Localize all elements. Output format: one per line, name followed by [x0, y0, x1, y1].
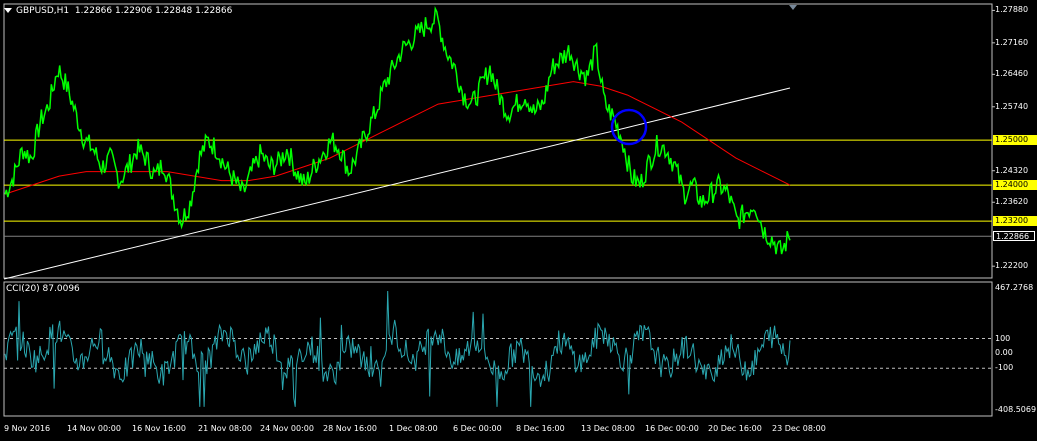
cci-min-label: -408.5069 — [995, 405, 1037, 414]
price-axis-label: 1.27160 — [995, 37, 1029, 47]
cci-level-label: 0.00 — [995, 348, 1013, 358]
time-axis-label: 1 Dec 08:00 — [389, 424, 438, 433]
time-axis-label: 23 Dec 08:00 — [772, 424, 826, 433]
time-axis-label: 13 Dec 08:00 — [581, 424, 635, 433]
shift-marker-icon[interactable] — [789, 5, 797, 10]
cci-header: CCI(20) 87.0096 — [6, 284, 80, 294]
chart-header: GBPUSD,H1 1.22866 1.22906 1.22848 1.2286… — [4, 6, 232, 17]
price-axis-label: 1.24320 — [995, 165, 1029, 175]
price-line — [4, 6, 791, 255]
price-axis-label: 1.25740 — [995, 101, 1029, 111]
price-axis-label: 1.26460 — [995, 69, 1029, 79]
time-axis-label: 16 Nov 16:00 — [132, 424, 186, 433]
time-axis-label: 8 Dec 16:00 — [516, 424, 565, 433]
cci-level-label: 100 — [995, 333, 1011, 343]
horizontal-level-label: 1.25000 — [993, 135, 1037, 146]
time-axis-label: 20 Dec 16:00 — [708, 424, 762, 433]
time-axis-label: 16 Dec 00:00 — [645, 424, 699, 433]
time-axis-label: 9 Nov 2016 — [4, 424, 51, 433]
time-axis-label: 28 Nov 16:00 — [323, 424, 377, 433]
quote-label: 1.22866 1.22906 1.22848 1.22866 — [74, 6, 233, 16]
horizontal-level-label: 1.23200 — [993, 216, 1037, 227]
cci-max-label: 467.2768 — [995, 283, 1034, 292]
horizontal-level-label: 1.24000 — [993, 180, 1037, 191]
time-axis-label: 6 Dec 00:00 — [453, 424, 502, 433]
indicator-panel-frame — [3, 281, 993, 417]
price-axis-label: 1.27880 — [995, 5, 1029, 15]
price-axis-label: 1.23620 — [995, 197, 1029, 207]
price-panel-frame — [3, 3, 993, 279]
symbol-label: GBPUSD,H1 — [16, 6, 70, 16]
cci-level-label: -100 — [995, 363, 1014, 373]
moving-average-line — [4, 81, 791, 195]
time-axis-label: 24 Nov 00:00 — [260, 424, 314, 433]
current-price-label: 1.22866 — [993, 231, 1035, 242]
cci-line — [4, 290, 791, 407]
price-axis-label: 1.22200 — [995, 261, 1029, 271]
time-axis-label: 21 Nov 08:00 — [198, 424, 252, 433]
trendline[interactable] — [3, 87, 791, 280]
chart-canvas[interactable] — [0, 0, 1037, 441]
dropdown-triangle-icon[interactable] — [4, 8, 12, 13]
time-axis-label: 14 Nov 00:00 — [67, 424, 121, 433]
